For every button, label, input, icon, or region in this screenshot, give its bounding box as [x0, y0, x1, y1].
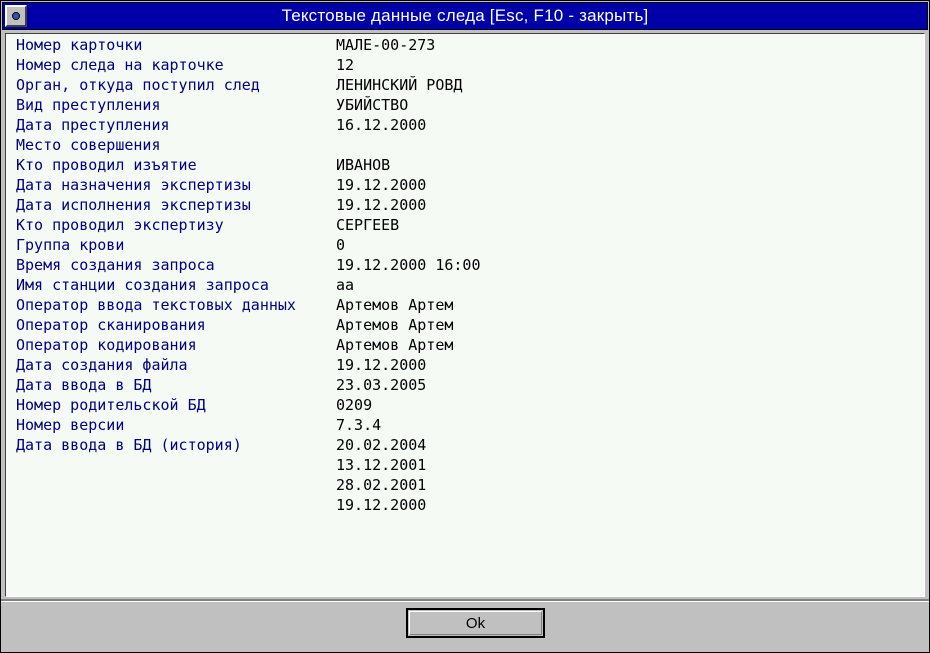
field-value: Артемов Артем: [336, 296, 454, 314]
field-label: Дата исполнения экспертизы: [16, 196, 251, 214]
field-label: Номер версии: [16, 416, 125, 434]
field-label: Дата ввода в БД (история): [16, 436, 242, 454]
field-value: ИВАНОВ: [336, 156, 391, 174]
field-label: Место совершения: [16, 136, 161, 154]
bottom-divider: [1, 599, 929, 602]
field-value: 23.03.2005: [336, 376, 427, 394]
field-value: 16.12.2000: [336, 116, 427, 134]
field-value: 0209: [336, 396, 373, 414]
field-value: 0: [336, 236, 346, 254]
field-value: 28.02.2001: [336, 476, 427, 494]
ok-button[interactable]: Ok: [406, 608, 545, 638]
field-label: Орган, откуда поступил след: [16, 76, 260, 94]
field-value: 13.12.2001: [336, 456, 427, 474]
field-label: Номер родительской БД: [16, 396, 206, 414]
field-label: Дата назначения экспертизы: [16, 176, 251, 194]
field-value: 7.3.4: [336, 416, 382, 434]
field-label: Время создания запроса: [16, 256, 215, 274]
field-label: Имя станции создания запроса: [16, 276, 269, 294]
field-label: Оператор ввода текстовых данных: [16, 296, 296, 314]
field-label: Оператор сканирования: [16, 316, 206, 334]
field-value: 20.02.2004: [336, 436, 427, 454]
field-value: 12: [336, 56, 355, 74]
field-value: УБИЙСТВО: [336, 96, 409, 114]
field-label: Дата ввода в БД: [16, 376, 152, 394]
field-label: Группа крови: [16, 236, 125, 254]
ok-button-label: Ok: [409, 611, 542, 635]
field-label: Номер следа на карточке: [16, 56, 224, 74]
field-label: Кто проводил экспертизу: [16, 216, 224, 234]
field-label: Вид преступления: [16, 96, 161, 114]
field-value: 19.12.2000 16:00: [336, 256, 481, 274]
field-label: Дата преступления: [16, 116, 170, 134]
field-value: 19.12.2000: [336, 196, 427, 214]
field-value: aa: [336, 276, 355, 294]
field-label: Дата создания файла: [16, 356, 188, 374]
field-value: Артемов Артем: [336, 336, 454, 354]
field-value: СЕРГЕЕВ: [336, 216, 400, 234]
field-label: Номер карточки: [16, 36, 143, 54]
title-bar: Текстовые данные следа [Esc, F10 - закры…: [2, 2, 928, 30]
field-value: 19.12.2000: [336, 496, 427, 514]
field-value: 19.12.2000: [336, 176, 427, 194]
dialog-window: Текстовые данные следа [Esc, F10 - закры…: [0, 0, 930, 653]
field-value: 19.12.2000: [336, 356, 427, 374]
field-label: Оператор кодирования: [16, 336, 197, 354]
field-label: Кто проводил изъятие: [16, 156, 197, 174]
text-data-panel: Номер карточки МАЛЕ-00-273 Номер следа на …: [5, 33, 925, 597]
field-value: МАЛЕ-00-273: [336, 36, 436, 54]
field-value: ЛЕНИНСКИЙ РОВД: [336, 76, 463, 94]
field-value: Артемов Артем: [336, 316, 454, 334]
window-title: Текстовые данные следа [Esc, F10 - закры…: [281, 6, 649, 25]
